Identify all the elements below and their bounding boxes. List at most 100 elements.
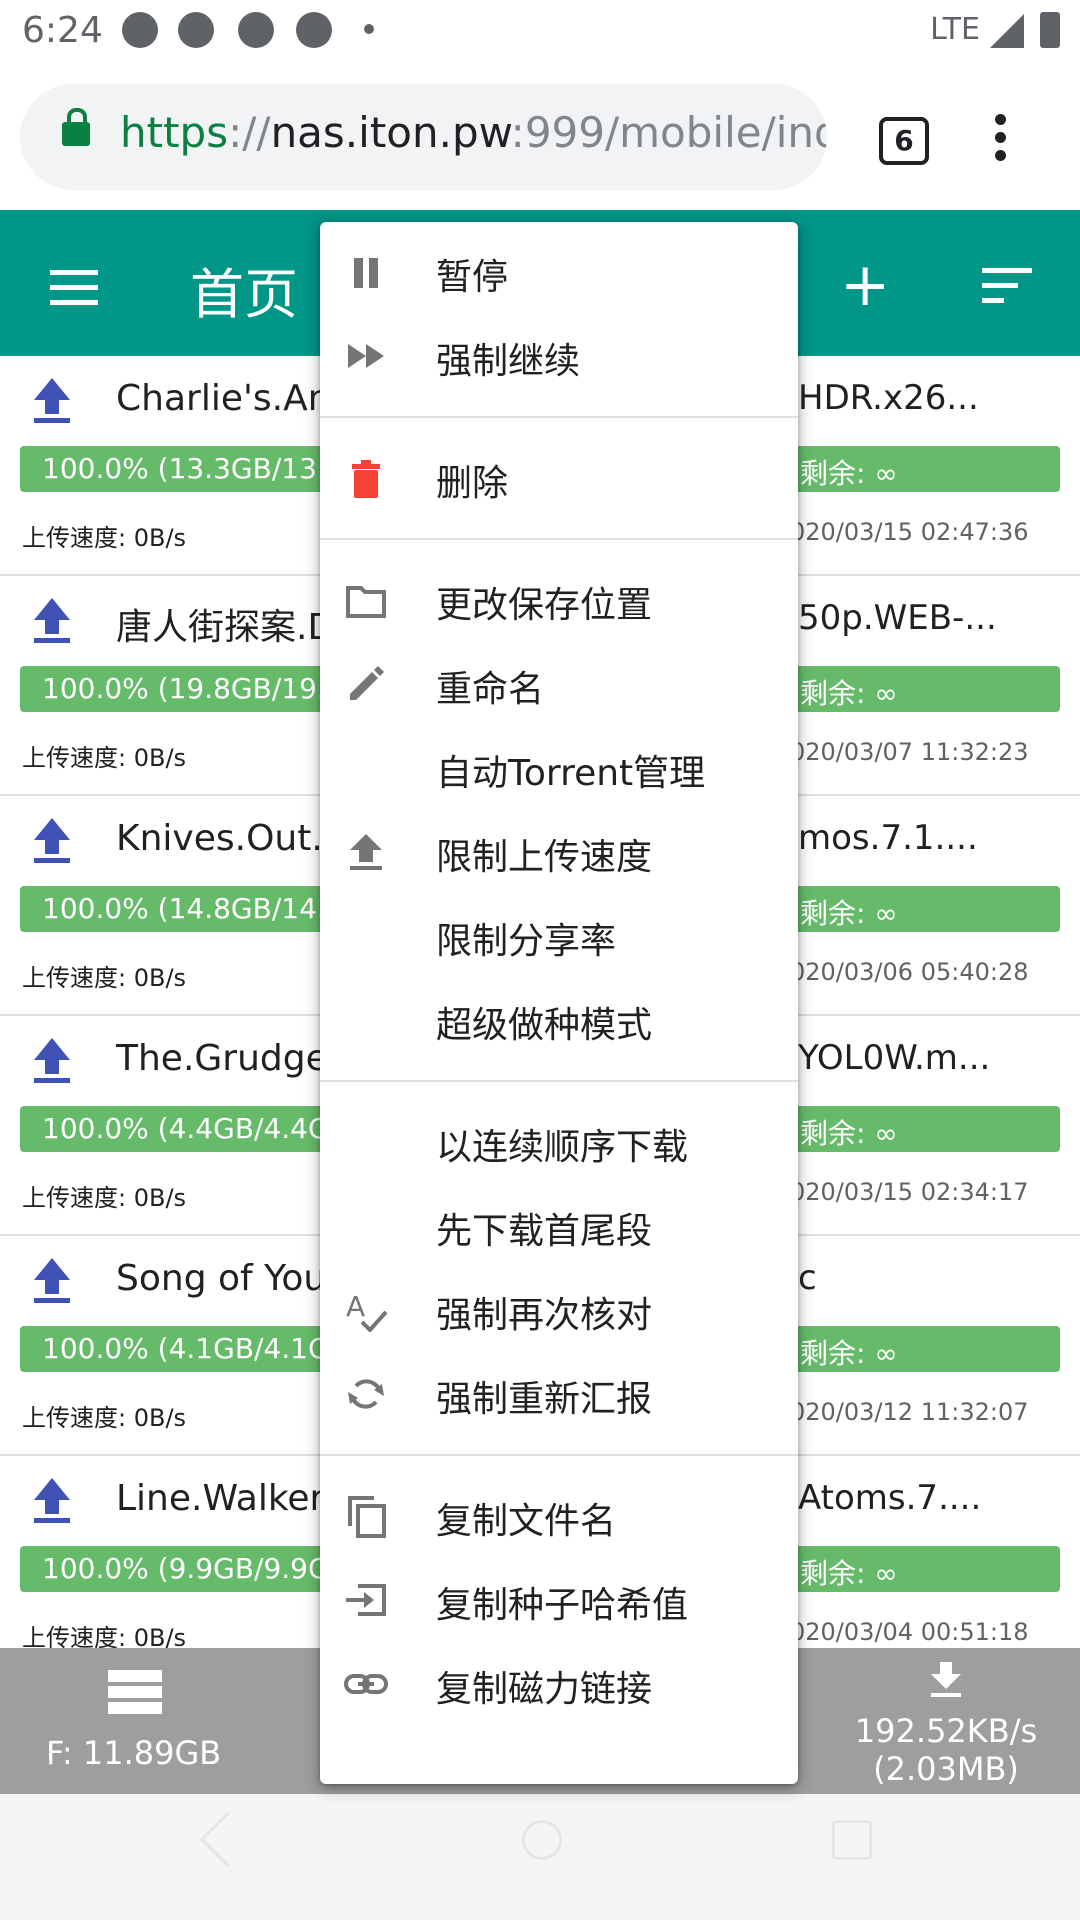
free-space: F: 11.89GB — [46, 1734, 222, 1772]
url-text[interactable]: https://nas.iton.pw:999/mobile/inde — [120, 108, 827, 157]
folder-icon — [344, 578, 388, 622]
torrent-name-end: Atoms.7.... — [798, 1478, 982, 1518]
torrent-name-end: c — [798, 1258, 817, 1298]
download-speed-value: 192.52KB/s — [854, 1712, 1038, 1750]
progress-text: 100.0% (19.8GB/19.8 — [42, 672, 344, 705]
home-icon[interactable] — [522, 1820, 562, 1860]
settings-icon — [122, 12, 158, 48]
upload-arrow-icon — [34, 818, 70, 863]
menu-item-label: 超级做种模式 — [436, 1005, 653, 1046]
torrent-name: Song of Yout — [116, 1258, 341, 1299]
menu-item-label: 限制上传速度 — [436, 837, 653, 878]
remaining-text: 剩余: ∞ — [800, 1337, 898, 1370]
torrent-context-menu: 暂停强制继续删除更改保存位置 重命名自动Torrent管理限制上传速度 限制分享率超… — [320, 222, 798, 1784]
menu-item[interactable]: 更改保存位置 — [320, 558, 798, 642]
recents-icon[interactable] — [832, 1820, 872, 1860]
menu-item[interactable]: A 强制再次核对 — [320, 1268, 798, 1352]
progress-text: 100.0% (14.8GB/14.8 — [42, 892, 344, 925]
added-date: 020/03/04 00:51:18 — [790, 1618, 1029, 1646]
address-bar[interactable]: https://nas.iton.pw:999/mobile/inde — [20, 84, 827, 190]
menu-item-label: 限制分享率 — [436, 921, 617, 962]
menu-item-label: 删除 — [436, 463, 509, 504]
menu-item[interactable]: 强制重新汇报 — [320, 1352, 798, 1436]
browser-menu-icon[interactable] — [995, 114, 1007, 168]
upload-speed: 上传速度: 0B/s — [22, 964, 187, 992]
menu-divider — [320, 1454, 798, 1456]
page-title: 首页 — [190, 263, 298, 326]
refresh-icon — [344, 1372, 388, 1416]
network-type: LTE — [930, 12, 980, 47]
remaining-text: 剩余: ∞ — [800, 1557, 898, 1590]
lock-icon — [62, 108, 90, 146]
browser-toolbar: https://nas.iton.pw:999/mobile/inde 6 — [0, 62, 1080, 210]
menu-item-label: 强制重新汇报 — [436, 1379, 653, 1420]
fast-forward-icon — [344, 334, 388, 378]
menu-item-label: 复制文件名 — [436, 1501, 617, 1542]
upload-arrow-icon — [34, 1478, 70, 1523]
upload-arrow-icon — [34, 1258, 70, 1303]
pencil-icon — [344, 662, 388, 706]
added-date: 020/03/12 11:32:07 — [790, 1398, 1029, 1426]
system-nav-bar — [0, 1794, 1080, 1920]
copy-icon — [344, 1494, 388, 1538]
menu-item[interactable]: 复制文件名 — [320, 1474, 798, 1558]
menu-item-label: 强制再次核对 — [436, 1295, 653, 1336]
menu-item[interactable]: 超级做种模式 — [320, 978, 798, 1062]
remaining-text: 剩余: ∞ — [800, 897, 898, 930]
menu-item[interactable]: 重命名 — [320, 642, 798, 726]
download-icon — [931, 1662, 961, 1697]
menu-item[interactable]: 暂停 — [320, 230, 798, 314]
torrent-name: Knives.Out.2 — [116, 818, 346, 859]
svg-text:A: A — [346, 1290, 365, 1323]
menu-item[interactable]: 复制种子哈希值 — [320, 1558, 798, 1642]
menu-item[interactable]: 强制继续 — [320, 314, 798, 398]
signal-icon — [990, 14, 1024, 48]
menu-item[interactable]: 复制磁力链接 — [320, 1642, 798, 1726]
more-notifications-dot-icon — [364, 24, 374, 34]
add-icon[interactable]: + — [840, 255, 890, 315]
upload-arrow-icon — [34, 598, 70, 643]
menu-item-label: 先下载首尾段 — [436, 1211, 653, 1252]
menu-item[interactable]: 先下载首尾段 — [320, 1184, 798, 1268]
menu-divider — [320, 538, 798, 540]
notification-app-icon-2 — [238, 12, 274, 48]
torrent-name-end: HDR.x26... — [798, 378, 979, 418]
added-date: 020/03/15 02:47:36 — [790, 518, 1029, 546]
remaining-text: 剩余: ∞ — [800, 1117, 898, 1150]
upload-arrow-icon — [34, 378, 70, 423]
menu-item[interactable]: 自动Torrent管理 — [320, 726, 798, 810]
torrent-name: 唐人街探案.D — [116, 607, 336, 648]
notification-app-icon-3 — [296, 12, 332, 48]
back-icon[interactable] — [199, 1811, 256, 1868]
added-date: 020/03/07 11:32:23 — [790, 738, 1029, 766]
menu-item[interactable]: 以连续顺序下载 — [320, 1100, 798, 1184]
status-bar: 6:24 LTE — [0, 0, 1080, 62]
status-time: 6:24 — [22, 10, 103, 51]
menu-item[interactable]: 删除 — [320, 436, 798, 520]
torrent-name-end: YOL0W.m... — [798, 1038, 991, 1078]
download-speed: 192.52KB/s (2.03MB) — [846, 1712, 1046, 1788]
progress-text: 100.0% (4.1GB/4.1GB — [42, 1332, 349, 1365]
menu-item[interactable]: 限制分享率 — [320, 894, 798, 978]
link-icon — [344, 1662, 388, 1706]
spellcheck-icon: A — [344, 1288, 388, 1333]
menu-item-label: 复制种子哈希值 — [436, 1585, 689, 1626]
menu-item-label: 重命名 — [436, 669, 545, 710]
menu-item[interactable]: 限制上传速度 — [320, 810, 798, 894]
menu-item-label: 更改保存位置 — [436, 585, 653, 626]
pause-icon — [344, 250, 388, 294]
menu-item-label: 以连续顺序下载 — [436, 1127, 689, 1168]
added-date: 020/03/15 02:34:17 — [790, 1178, 1029, 1206]
sort-icon[interactable] — [982, 268, 1032, 313]
menu-icon[interactable] — [50, 270, 98, 315]
remaining-text: 剩余: ∞ — [800, 457, 898, 490]
added-date: 020/03/06 05:40:28 — [790, 958, 1029, 986]
tab-switcher-button[interactable]: 6 — [879, 117, 929, 165]
notification-app-icon — [178, 12, 214, 48]
delete-icon — [344, 456, 388, 500]
menu-item-label: 强制继续 — [436, 341, 581, 382]
progress-text: 100.0% (4.4GB/4.4GB — [42, 1112, 349, 1145]
upload-arrow-icon — [34, 1038, 70, 1083]
torrent-name-end: mos.7.1.... — [798, 818, 978, 858]
menu-divider — [320, 416, 798, 418]
